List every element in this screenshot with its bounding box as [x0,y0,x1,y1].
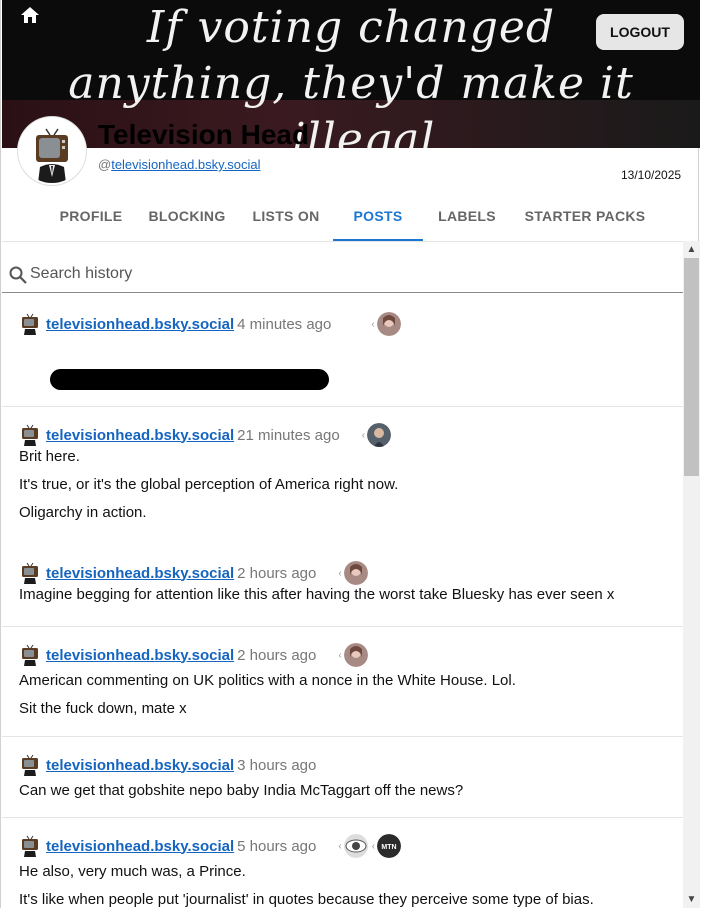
post-item: televisionhead.bsky.social 21 minutes ag… [2,407,683,545]
television-head-icon [22,562,38,584]
television-head-avatar-icon [20,119,84,183]
post-timestamp: 4 minutes ago [237,315,332,333]
redacted-content [50,369,329,390]
television-head-icon [22,644,38,666]
reply-avatar-mtn[interactable]: MTN [377,834,402,858]
post-text: It's true, or it's the global perception… [19,476,399,493]
tab-bar: PROFILE BLOCKING LISTS ON POSTS LABELS S… [2,192,699,242]
profile-handle-link[interactable]: televisionhead.bsky.social [111,157,260,172]
scrollbar[interactable]: ▲ ▼ [683,241,700,908]
post-text: American commenting on UK politics with … [19,672,516,689]
reply-avatar-eye[interactable] [343,834,368,858]
reply-chevron-icon: ‹ [371,840,376,852]
tab-blocking[interactable]: BLOCKING [141,192,233,239]
post-author-link[interactable]: televisionhead.bsky.social [46,757,234,774]
reply-avatar[interactable] [367,423,392,447]
post-text: He also, very much was, a Prince. [19,863,246,880]
post-header: televisionhead.bsky.social 2 hours ago ‹ [19,643,368,667]
scroll-thumb[interactable] [684,258,699,476]
mtn-badge-text: MTN [381,844,396,851]
post-header: televisionhead.bsky.social 3 hours ago [19,754,316,776]
profile-handle: @televisionhead.bsky.social [98,157,261,172]
post-author-link[interactable]: televisionhead.bsky.social [46,838,234,855]
post-item: televisionhead.bsky.social 5 hours ago ‹… [2,818,683,908]
post-text: Sit the fuck down, mate x [19,700,187,717]
post-author-link[interactable]: televisionhead.bsky.social [46,565,234,582]
post-item: televisionhead.bsky.social 4 minutes ago… [2,293,683,407]
post-text: Brit here. [19,448,80,465]
reply-chevron-icon: ‹ [361,429,366,441]
reply-chevron-icon: ‹ [371,318,375,330]
post-timestamp: 21 minutes ago [237,426,340,444]
post-author-link[interactable]: televisionhead.bsky.social [46,427,234,444]
scroll-down-arrow-icon[interactable]: ▼ [683,891,700,908]
television-head-icon [22,754,38,776]
home-button[interactable] [13,0,47,30]
post-text: Can we get that gobshite nepo baby India… [19,782,464,799]
post-text: It's like when people put 'journalist' i… [19,891,594,908]
post-text: Oligarchy in action. [19,504,147,521]
television-head-icon [22,424,38,446]
post-text: Imagine begging for attention like this … [19,586,615,603]
television-head-icon [22,835,38,857]
post-header: televisionhead.bsky.social 21 minutes ag… [19,423,392,447]
post-item: televisionhead.bsky.social 2 hours ago ‹… [2,627,683,737]
reply-chevron-icon: ‹ [338,649,342,661]
scroll-up-arrow-icon[interactable]: ▲ [683,241,700,258]
post-item: televisionhead.bsky.social 2 hours ago ‹… [2,545,683,627]
post-item: televisionhead.bsky.social 3 hours ago C… [2,737,683,818]
app-window: If voting changed anything, they'd make … [0,0,700,908]
reply-avatar[interactable] [376,312,401,336]
home-icon [21,7,39,23]
banner-line-2: anything, they'd make it [68,58,634,109]
search-input[interactable] [30,262,670,286]
post-header: televisionhead.bsky.social 5 hours ago ‹… [19,834,402,858]
reply-chevron-icon: ‹ [338,840,342,852]
reply-avatar[interactable] [343,561,368,585]
profile-date: 13/10/2025 [621,168,682,182]
tab-posts[interactable]: POSTS [333,192,423,241]
post-timestamp: 3 hours ago [237,756,317,774]
reply-chevron-icon: ‹ [338,567,342,579]
reply-avatar[interactable] [343,643,368,667]
post-author-link[interactable]: televisionhead.bsky.social [46,647,234,664]
tab-starter-packs[interactable]: STARTER PACKS [519,192,651,239]
tab-profile[interactable]: PROFILE [52,192,130,239]
post-timestamp: 2 hours ago [237,564,317,582]
display-name: Television Head [98,119,310,150]
post-timestamp: 2 hours ago [237,646,317,664]
avatar [18,117,86,185]
search-bar [2,258,683,293]
post-header: televisionhead.bsky.social 4 minutes ago… [19,312,401,336]
posts-feed: televisionhead.bsky.social 4 minutes ago… [2,293,683,908]
handle-prefix: @ [98,157,112,172]
post-header: televisionhead.bsky.social 2 hours ago ‹ [19,561,368,585]
post-timestamp: 5 hours ago [237,837,317,855]
tab-labels[interactable]: LABELS [432,192,502,239]
logout-button[interactable]: LOGOUT [596,14,684,50]
tab-lists-on[interactable]: LISTS ON [245,192,327,239]
television-head-icon [22,313,38,335]
search-icon [9,266,27,284]
post-author-link[interactable]: televisionhead.bsky.social [46,316,234,333]
